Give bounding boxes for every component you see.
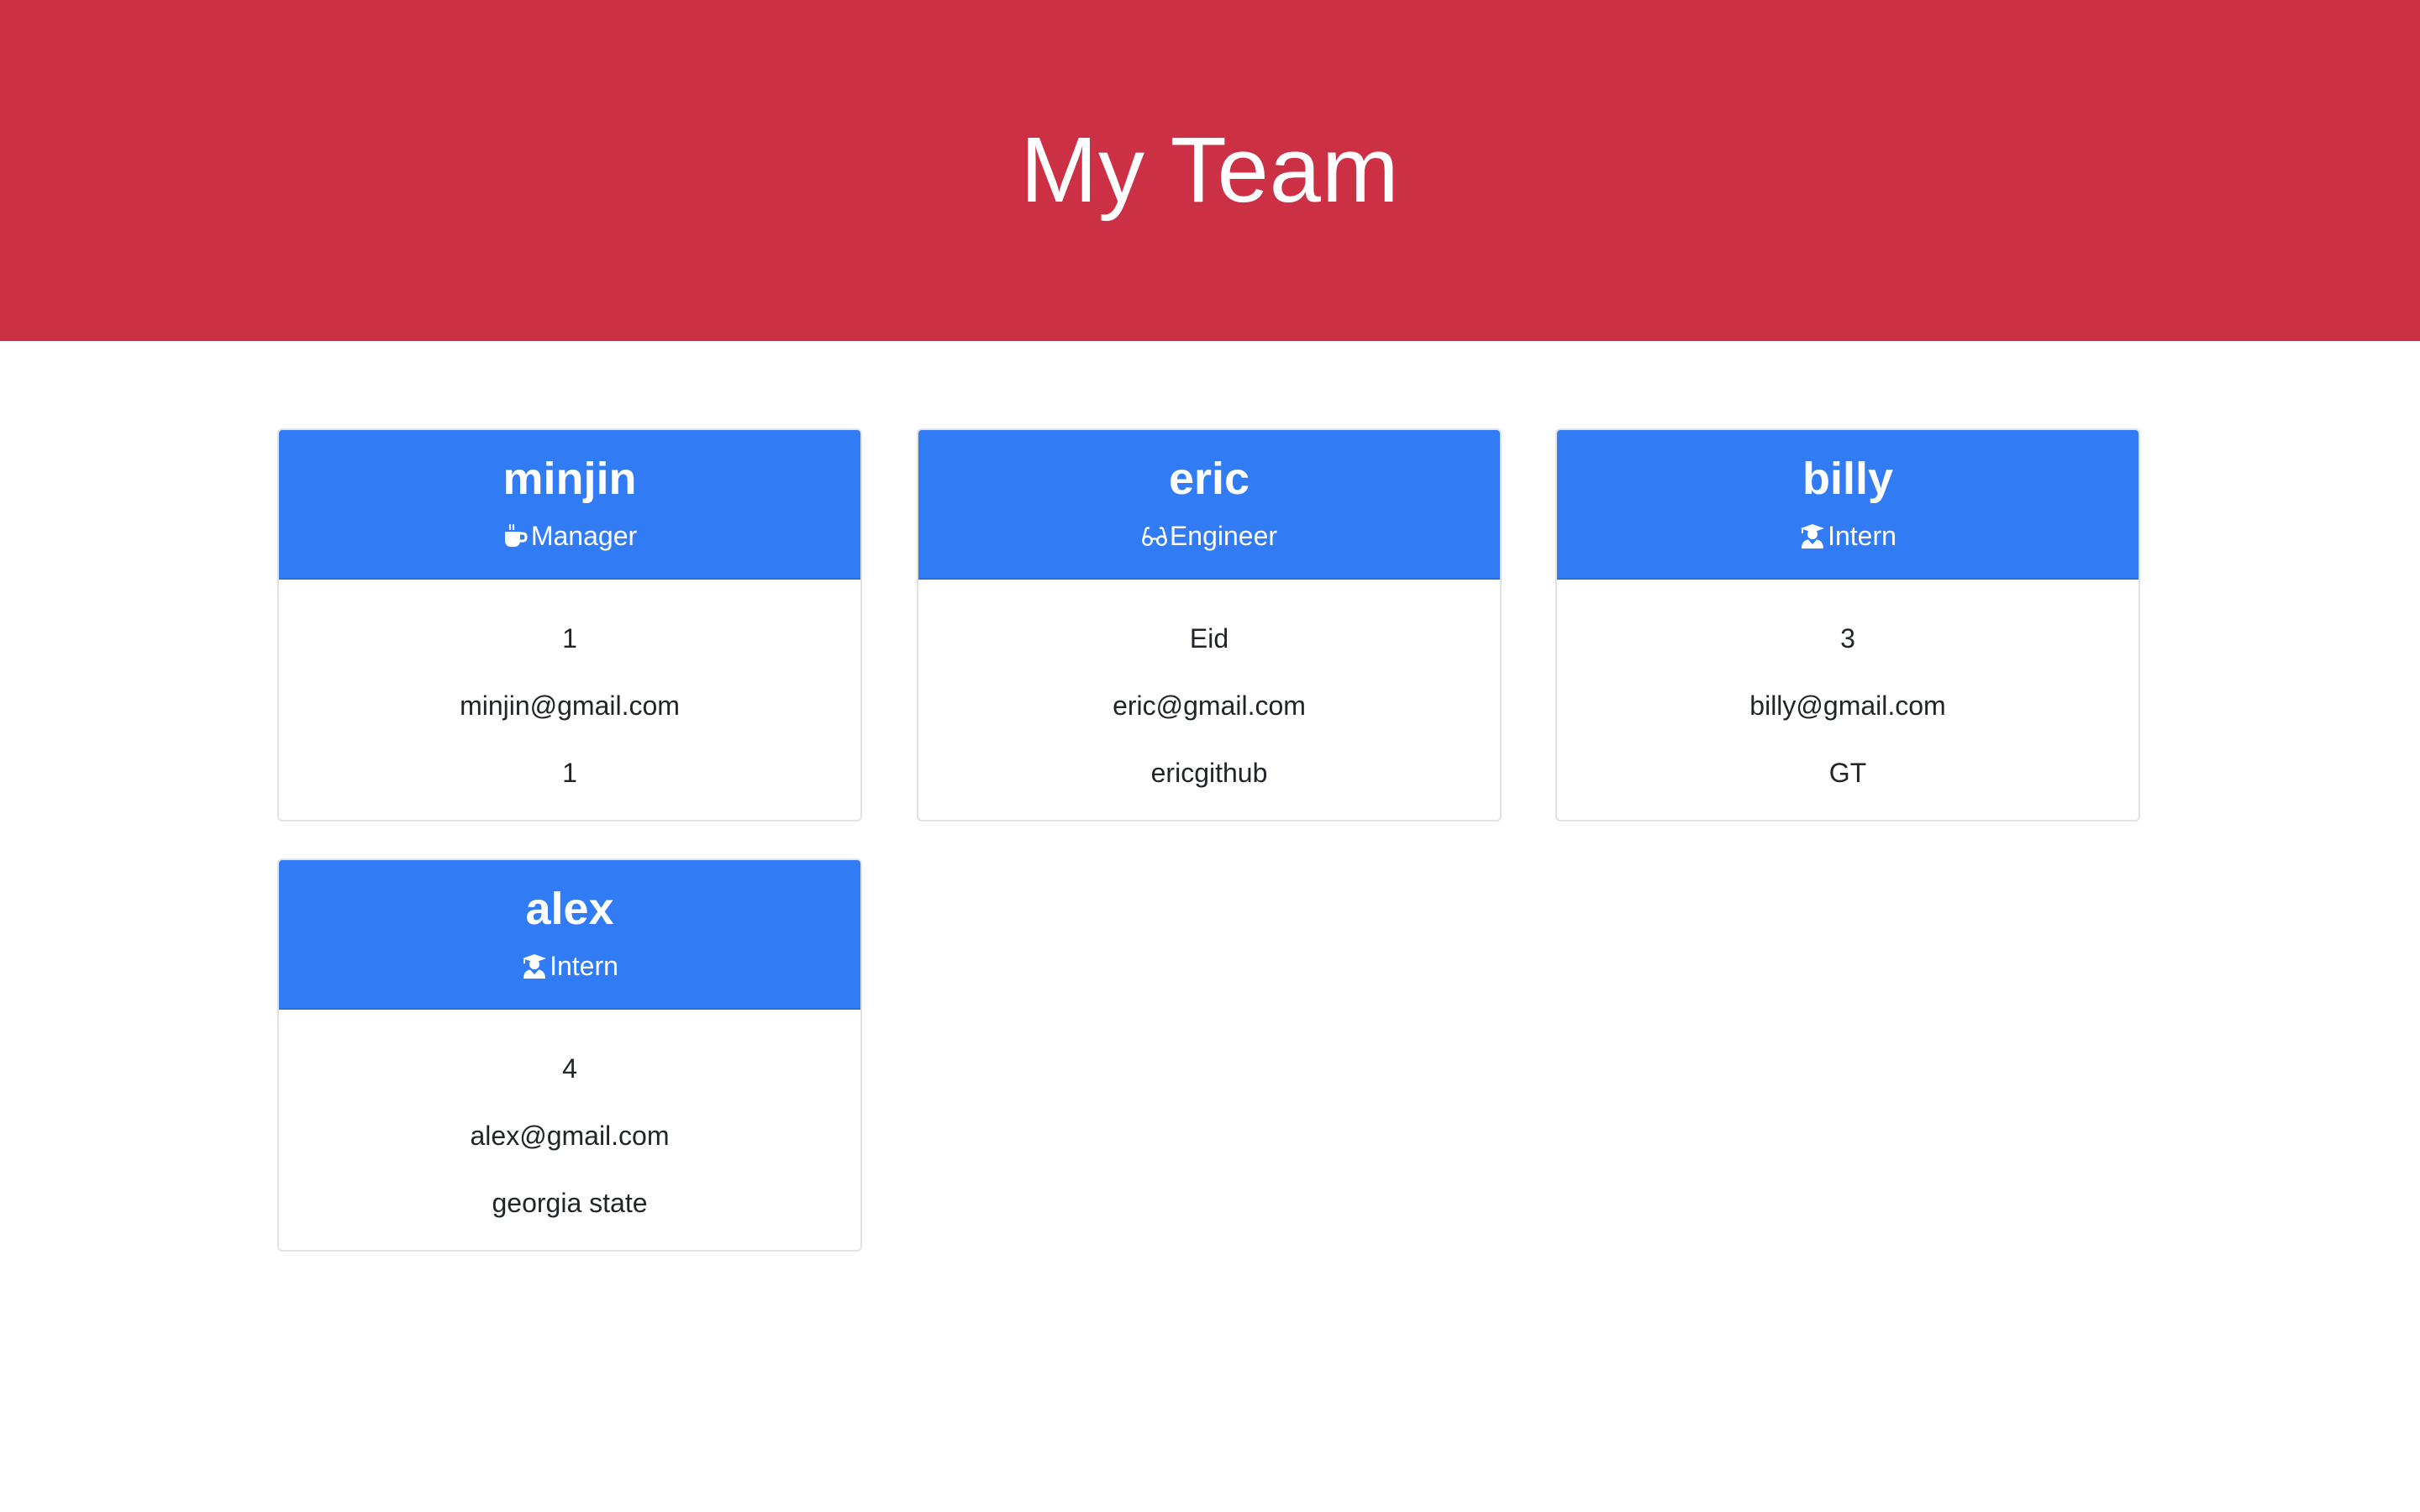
employee-card: minjin Manager 1 minjin@gmail.com 1 [277, 428, 862, 822]
employee-role: Intern [1557, 519, 2139, 553]
employee-email[interactable]: minjin@gmail.com [279, 672, 860, 739]
coffee-icon [502, 522, 529, 549]
card-body: 1 minjin@gmail.com 1 [279, 605, 860, 806]
graduate-icon [521, 953, 548, 979]
employee-id: Eid [1189, 623, 1229, 654]
card-header: eric Engineer [918, 430, 1500, 580]
glasses-icon [1141, 522, 1168, 549]
card-header: minjin Manager [279, 430, 860, 580]
employee-name: eric [1168, 454, 1250, 504]
employee-role: Engineer [918, 519, 1500, 553]
employee-email[interactable]: billy@gmail.com [1557, 672, 2139, 739]
role-label: Engineer [1169, 521, 1278, 551]
employee-role: Manager [279, 519, 860, 553]
employee-office: 1 [562, 758, 577, 788]
employee-name: alex [525, 884, 614, 934]
role-label: Intern [550, 951, 618, 981]
employee-role: Intern [279, 949, 860, 983]
page-header: My Team [0, 0, 2420, 341]
employee-card: alex Intern 4 alex@gmail.com georgia sta… [277, 858, 862, 1252]
role-label: Manager [530, 521, 638, 551]
employee-school: georgia state [492, 1188, 648, 1218]
employee-github[interactable]: ericgithub [918, 739, 1500, 806]
card-header: alex Intern [279, 860, 860, 1010]
employee-id: 1 [562, 623, 577, 654]
role-label: Intern [1828, 521, 1897, 551]
employee-id: 4 [562, 1053, 577, 1084]
employee-id: 3 [1840, 623, 1855, 654]
graduate-icon [1799, 522, 1826, 549]
card-body: 4 alex@gmail.com georgia state [279, 1035, 860, 1236]
employee-card: billy Intern 3 billy@gmail.com GT [1555, 428, 2140, 822]
employee-card: eric Engineer Eid eric@gmail.com ericgit… [917, 428, 1502, 822]
card-body: 3 billy@gmail.com GT [1557, 605, 2139, 806]
employee-name: billy [1802, 454, 1894, 504]
employee-email[interactable]: alex@gmail.com [279, 1102, 860, 1169]
employee-name: minjin [502, 454, 637, 504]
employee-school: GT [1828, 758, 1867, 788]
card-body: Eid eric@gmail.com ericgithub [918, 605, 1500, 806]
employee-email[interactable]: eric@gmail.com [918, 672, 1500, 739]
page-title: My Team [1020, 118, 1400, 222]
card-header: billy Intern [1557, 430, 2139, 580]
